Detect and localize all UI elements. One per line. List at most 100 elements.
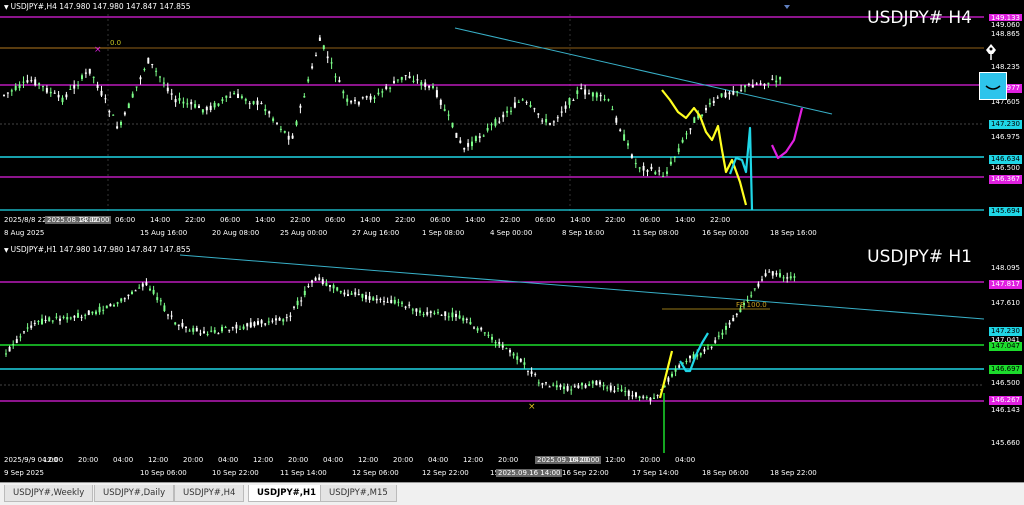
candle-body	[108, 110, 111, 113]
h1-time-label: 11 Sep 14:00	[280, 469, 327, 477]
candle-body	[793, 276, 796, 278]
candle-body	[343, 292, 346, 295]
candle-body	[523, 362, 526, 365]
candle-body	[373, 97, 376, 99]
candle-body	[346, 98, 349, 102]
h4-price-label: 146.500	[989, 164, 1022, 173]
h1-crosshair-time-label: 2025.09.16 14:00	[496, 469, 563, 477]
h4-grid-time-label: 14:00	[150, 216, 171, 224]
candle-body	[357, 101, 360, 105]
h1-grid-time-label: 04:00	[675, 456, 696, 464]
candle-body	[41, 318, 43, 325]
candle-body	[415, 308, 418, 312]
chart-tab[interactable]: USDJPY#,H4	[174, 485, 245, 502]
h1-grid-time-label: 12:00	[43, 456, 64, 464]
candle-body	[385, 86, 388, 90]
collapse-triangle-icon[interactable]: ▼	[4, 247, 9, 254]
h4-price-label: 145.694	[989, 207, 1022, 216]
h1-time-label: 16 Sep 22:00	[562, 469, 609, 477]
candle-body	[242, 326, 245, 329]
candle-body	[759, 83, 762, 85]
candle-body	[671, 373, 673, 377]
candle-body	[548, 386, 551, 388]
cyan-indicator-icon[interactable]	[979, 72, 1007, 100]
candle-body	[30, 80, 33, 82]
h4-price-axis[interactable]: 149.133149.060148.865148.235147.977147.6…	[984, 0, 1024, 243]
candle-body	[299, 105, 302, 108]
h4-time-label: 4 Sep 00:00	[490, 229, 533, 237]
h4-grid-time-label: 06:00	[430, 216, 451, 224]
candle-body	[416, 79, 419, 81]
candle-body	[451, 312, 454, 318]
candle-body	[188, 330, 191, 332]
candle-body	[458, 315, 461, 319]
candle-body	[559, 385, 562, 388]
candle-body	[276, 122, 278, 124]
collapse-triangle-icon[interactable]: ▼	[4, 4, 9, 11]
candle-body	[404, 75, 407, 77]
candle-body	[401, 302, 403, 304]
chart-tab[interactable]: USDJPY#,Daily	[94, 485, 175, 502]
candle-body	[476, 328, 479, 331]
candle-body	[572, 100, 575, 102]
candle-body	[750, 295, 753, 297]
h4-grid-time-label: 06:00	[640, 216, 661, 224]
pen-icon[interactable]	[983, 42, 999, 62]
candle-body	[693, 117, 696, 123]
candle-body	[732, 91, 735, 95]
candle-body	[714, 340, 717, 343]
candle-body	[591, 92, 594, 97]
candle-body	[701, 114, 704, 116]
h1-chart-panel[interactable]: FE 100.0 × ▼ USDJPY#,H1 147.980 147.980 14…	[0, 243, 1024, 482]
h1-price-label: 146.143	[989, 406, 1022, 415]
candle-body	[5, 353, 7, 355]
h1-plot-area[interactable]: FE 100.0 ×	[0, 243, 984, 482]
candle-body	[611, 109, 614, 111]
h4-time-label: 16 Sep 00:00	[702, 229, 749, 237]
candle-body	[603, 99, 606, 101]
candle-body	[555, 385, 558, 388]
candle-body	[224, 327, 227, 329]
h1-price-axis[interactable]: 148.095 147.817 147.610 147.230 147.041 147.0…	[984, 243, 1024, 482]
candle-body	[186, 103, 189, 105]
candle-body	[545, 382, 547, 384]
candle-body	[311, 66, 314, 69]
chart-tab[interactable]: USDJPY#,M15	[320, 485, 397, 502]
candle-body	[235, 324, 238, 329]
h4-plot-area[interactable]: 0.0 ×	[0, 0, 984, 243]
h4-time-label: 27 Aug 16:00	[352, 229, 400, 237]
candle-body	[728, 322, 731, 325]
candle-body	[307, 286, 310, 288]
candle-body	[517, 101, 520, 103]
candle-body	[771, 271, 774, 276]
h4-chart-panel[interactable]: 0.0 × ▼ USDJPY#,H4 147.980 147.980 147.847…	[0, 0, 1024, 243]
candle-body	[486, 127, 489, 131]
candle-body	[185, 326, 187, 329]
candle-body	[613, 390, 616, 392]
candle-body	[529, 105, 532, 107]
candle-body	[264, 323, 267, 325]
h4-time-label: 1 Sep 08:00	[422, 229, 465, 237]
trend-line	[179, 254, 984, 320]
h4-grid-time-label: 22:00	[605, 216, 626, 224]
candle-body	[198, 105, 200, 109]
candle-body	[109, 304, 112, 307]
candle-body	[620, 389, 623, 392]
candle-body	[513, 102, 516, 108]
candle-body	[502, 114, 505, 118]
candle-body	[100, 90, 103, 96]
candle-body	[334, 76, 337, 78]
chart-tab[interactable]: USDJPY#,Weekly	[4, 485, 94, 502]
candle-body	[66, 317, 69, 320]
candle-body	[18, 84, 21, 89]
candle-body	[69, 317, 72, 319]
candle-body	[15, 339, 18, 343]
candle-body	[757, 283, 760, 287]
candle-body	[357, 293, 360, 295]
candle-body	[422, 314, 425, 316]
chart-tab[interactable]: USDJPY#,H1	[248, 485, 326, 502]
candle-body	[510, 110, 512, 112]
candle-body	[44, 319, 47, 321]
candle-body	[127, 103, 130, 109]
candle-body	[131, 291, 133, 295]
